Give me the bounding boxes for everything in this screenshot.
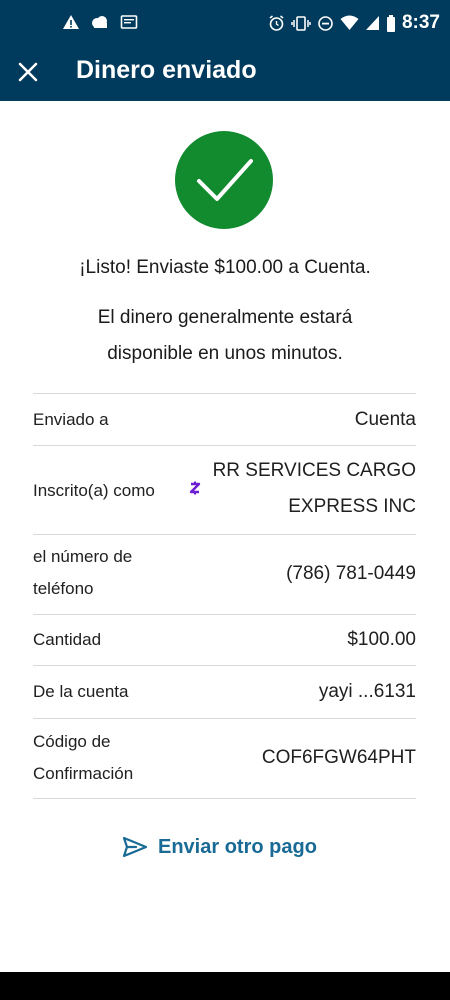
sent-to-value: Cuenta	[354, 409, 416, 430]
confirmation-code-value: COF6FGW64PHT	[261, 747, 416, 768]
phone-label-line1: el número de	[33, 547, 133, 566]
code-label-line2: Confirmación	[33, 764, 134, 783]
battery-icon	[386, 14, 395, 32]
amount-label: Cantidad	[33, 630, 102, 649]
confirmation-subtext: El dinero generalmente estará disponible…	[97, 307, 353, 364]
detail-row-account: De la cuenta yayi ...6131	[33, 666, 416, 719]
warning-icon	[63, 15, 79, 29]
checkmark-icon	[197, 159, 253, 201]
account-label: De la cuenta	[33, 682, 129, 701]
wifi-icon	[340, 15, 359, 30]
detail-row-phone: el número de teléfono (786) 781-0449	[33, 535, 416, 615]
status-bar: 8:37	[0, 0, 450, 48]
page-title: Dinero enviado	[76, 56, 257, 84]
signal-icon	[365, 16, 379, 30]
do-not-disturb-icon	[318, 15, 333, 31]
detail-row-confirmation-code: Código de Confirmación COF6FGW64PHT	[33, 719, 416, 799]
enrolled-value-line1: RR SERVICES CARGO	[212, 460, 416, 481]
close-icon[interactable]	[14, 58, 42, 86]
zelle-icon	[189, 481, 201, 495]
cloud-icon	[92, 16, 107, 28]
amount-value: $100.00	[347, 629, 416, 650]
detail-row-enrolled: Inscrito(a) como RR SERVICES CARGO EXPRE…	[33, 446, 416, 535]
detail-row-sent-to: Enviado a Cuenta	[33, 394, 416, 446]
payment-details: Enviado a Cuenta Inscrito(a) como RR SER…	[33, 393, 416, 799]
send-another-payment-button[interactable]: Enviar otro pago	[122, 830, 317, 864]
header-bar: 8:37 Dinero enviado	[0, 0, 450, 101]
enrolled-label: Inscrito(a) como	[33, 481, 155, 500]
vibrate-icon	[291, 15, 311, 31]
account-value: yayi ...6131	[318, 681, 416, 702]
confirmation-headline: ¡Listo! Enviaste $100.00 a Cuenta.	[79, 257, 371, 278]
enrolled-value-line2: EXPRESS INC	[288, 496, 416, 517]
message-icon	[120, 15, 138, 29]
alarm-icon	[269, 14, 284, 31]
code-label-line1: Código de	[33, 732, 111, 751]
success-badge	[175, 131, 273, 229]
phone-label-line2: teléfono	[33, 579, 94, 598]
system-navigation-bar	[0, 972, 450, 1000]
status-time: 8:37	[401, 12, 440, 33]
detail-row-amount: Cantidad $100.00	[33, 615, 416, 666]
sent-to-label: Enviado a	[33, 410, 109, 429]
send-icon	[122, 836, 148, 858]
app-bar: Dinero enviado	[0, 48, 450, 101]
phone-value: (786) 781-0449	[286, 563, 416, 584]
send-another-payment-label: Enviar otro pago	[158, 835, 317, 858]
